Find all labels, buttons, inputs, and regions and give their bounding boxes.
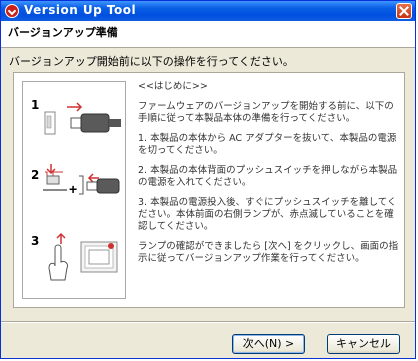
instructions-step-1: 1. 本製品の本体から AC アダプターを抜いて、本製品の電源を切ってください。 (138, 133, 397, 156)
instructions-heading: <<はじめに>> (138, 81, 208, 92)
footer-divider (1, 321, 415, 323)
page-title: バージョンアップ準備 (8, 26, 118, 39)
title-bar: Version Up Tool (1, 1, 415, 21)
instructions-text: <<はじめに>> ファームウェアのバージョンアップを開始する前に、以下の手順に従… (138, 81, 400, 273)
next-button[interactable]: 次へ(N) > (232, 334, 305, 354)
main-panel: 1 2 + 3 <<はじめに>> ファームウェアのバージョンアップを開始する前に… (13, 72, 405, 308)
cancel-button[interactable]: キャンセル (327, 334, 400, 354)
step-3-number: 3 (31, 234, 40, 248)
instructions-intro: ファームウェアのバージョンアップを開始する前に、以下の手順に従って本製品本体の準… (138, 101, 394, 124)
window-title: Version Up Tool (24, 3, 137, 17)
wizard-header: バージョンアップ準備 (1, 21, 415, 48)
push-switch-power-icon: + (43, 164, 120, 197)
close-button[interactable] (396, 3, 412, 19)
dialog-window: Version Up Tool バージョンアップ準備 バージョンアップ開始前に以… (0, 0, 416, 359)
app-icon (5, 4, 19, 18)
instructions-outro: ランプの確認ができましたら [次へ] をクリックし、画面の指示に従ってバージョン… (138, 241, 399, 264)
unplug-adapter-icon (44, 102, 121, 135)
step-2-number: 2 (31, 168, 40, 182)
instructions-step-3: 3. 本製品の電源投入後、すぐにプッシュスイッチを離してください。本体前面の右側… (138, 197, 397, 232)
steps-illustration: 1 2 + 3 (22, 81, 126, 299)
svg-text:+: + (69, 181, 77, 197)
release-switch-lamp-icon (48, 232, 118, 281)
instruction-text: バージョンアップ開始前に以下の操作を行ってください。 (9, 55, 294, 68)
step-1-number: 1 (31, 98, 40, 112)
instructions-step-2: 2. 本製品の本体背面のプッシュスイッチを押しながら本製品の電源を入れてください… (138, 165, 398, 188)
